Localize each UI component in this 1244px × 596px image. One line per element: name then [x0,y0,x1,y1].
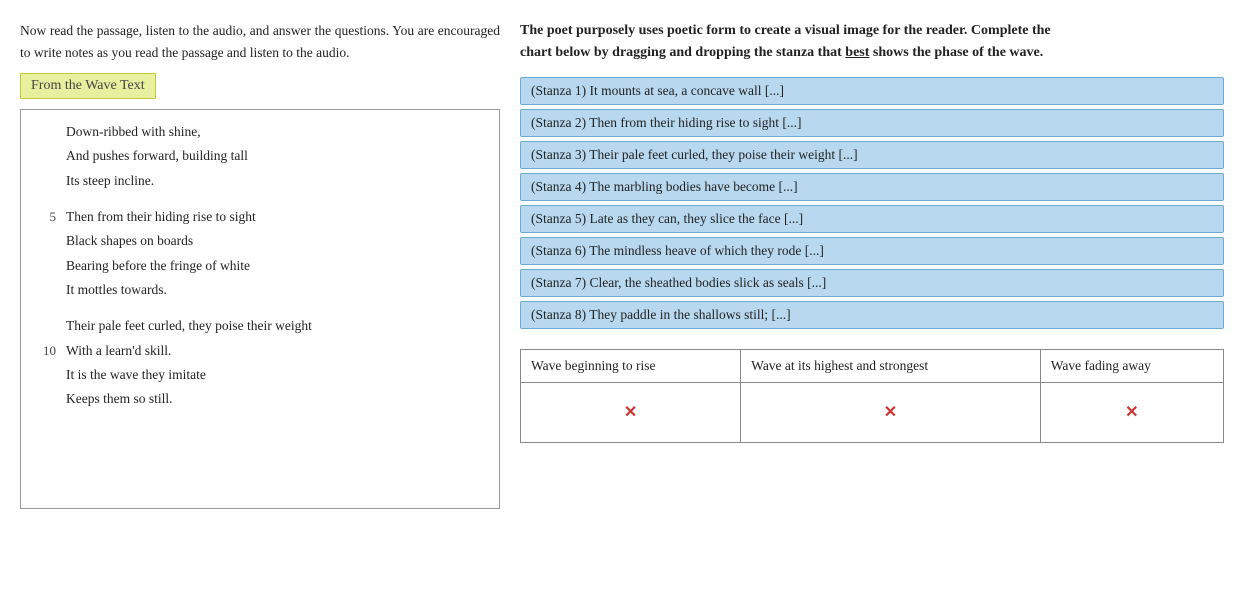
line-text: With a learn'd skill. [66,339,484,363]
wave-text-label: From the Wave Text [20,73,156,99]
line-number [31,314,56,338]
poem-line: Their pale feet curled, they poise their… [31,314,484,338]
instructions-line1: The poet purposely uses poetic form to c… [520,23,1051,38]
poem-line: Bearing before the fringe of white [31,254,484,278]
stanza-item[interactable]: (Stanza 3) Their pale feet curled, they … [520,141,1224,169]
line-number: 10 [31,339,56,363]
line-text: It is the wave they imitate [66,363,484,387]
line-number [31,120,56,144]
poem-line: 10 With a learn'd skill. [31,339,484,363]
poem-line: And pushes forward, building tall [31,144,484,168]
line-text: Their pale feet curled, they poise their… [66,314,484,338]
line-text: And pushes forward, building tall [66,144,484,168]
poem-line: Keeps them so still. [31,387,484,411]
stanza-item[interactable]: (Stanza 4) The marbling bodies have beco… [520,173,1224,201]
left-column: Now read the passage, listen to the audi… [20,20,500,586]
right-column: The poet purposely uses poetic form to c… [520,20,1224,586]
line-text: Its steep incline. [66,169,484,193]
line-number [31,254,56,278]
line-text: Then from their hiding rise to sight [66,205,484,229]
stanza-item[interactable]: (Stanza 5) Late as they can, they slice … [520,205,1224,233]
line-number [31,278,56,302]
drop-zone-col3[interactable]: ✕ [1040,382,1223,442]
line-number [31,229,56,253]
drop-zone-col1[interactable]: ✕ [521,382,741,442]
poem-box[interactable]: Down-ribbed with shine,And pushes forwar… [20,109,500,509]
remove-icon-col2[interactable]: ✕ [884,402,897,422]
drop-table: Wave beginning to rise Wave at its highe… [520,349,1224,443]
line-number [31,144,56,168]
stanza-item[interactable]: (Stanza 1) It mounts at sea, a concave w… [520,77,1224,105]
remove-icon-col1[interactable]: ✕ [624,402,637,422]
instructions-line2: chart below by dragging and dropping the… [520,45,845,60]
col2-header: Wave at its highest and strongest [741,349,1041,382]
stanza-item[interactable]: (Stanza 6) The mindless heave of which t… [520,237,1224,265]
drop-zone-col2[interactable]: ✕ [741,382,1041,442]
right-instructions: The poet purposely uses poetic form to c… [520,20,1224,65]
line-text: Black shapes on boards [66,229,484,253]
stanza-item[interactable]: (Stanza 2) Then from their hiding rise t… [520,109,1224,137]
stanza-item[interactable]: (Stanza 8) They paddle in the shallows s… [520,301,1224,329]
stanza-item[interactable]: (Stanza 7) Clear, the sheathed bodies sl… [520,269,1224,297]
line-number [31,387,56,411]
instructions-text: Now read the passage, listen to the audi… [20,20,500,63]
col1-header: Wave beginning to rise [521,349,741,382]
poem-line: It is the wave they imitate [31,363,484,387]
line-number [31,363,56,387]
remove-icon-col3[interactable]: ✕ [1125,402,1138,422]
line-text: Down-ribbed with shine, [66,120,484,144]
poem-line: 5 Then from their hiding rise to sight [31,205,484,229]
line-number [31,169,56,193]
line-text: Bearing before the fringe of white [66,254,484,278]
instructions-line3: shows the phase of the wave. [869,45,1043,60]
line-number: 5 [31,205,56,229]
poem-line: It mottles towards. [31,278,484,302]
col3-header: Wave fading away [1040,349,1223,382]
poem-content: Down-ribbed with shine,And pushes forwar… [31,120,484,411]
line-text: It mottles towards. [66,278,484,302]
poem-line: Down-ribbed with shine, [31,120,484,144]
stanza-list: (Stanza 1) It mounts at sea, a concave w… [520,77,1224,329]
poem-line: Its steep incline. [31,169,484,193]
line-text: Keeps them so still. [66,387,484,411]
instructions-underline: best [845,45,869,60]
poem-line: Black shapes on boards [31,229,484,253]
